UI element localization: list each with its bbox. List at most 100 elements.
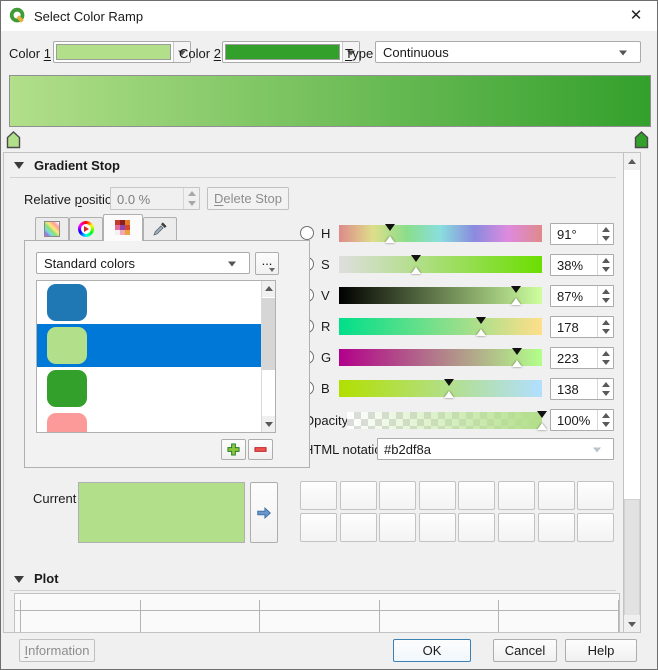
plot-gridline — [259, 600, 260, 633]
slider-handle-top[interactable] — [512, 348, 522, 355]
swatch-slot[interactable] — [300, 481, 337, 510]
title-bar[interactable]: Select Color Ramp ✕ — [1, 1, 657, 31]
spinner-buttons[interactable] — [597, 379, 613, 399]
slider-handle-bottom[interactable] — [476, 329, 486, 336]
color-scheme-select[interactable]: Standard colors — [36, 252, 250, 274]
cancel-button[interactable]: Cancel — [493, 639, 557, 662]
ok-button[interactable]: OK — [393, 639, 471, 662]
html-notation-input[interactable]: #b2df8a — [377, 438, 614, 460]
swatches-icon — [115, 220, 131, 236]
channel-spinbox-r[interactable]: 178 — [550, 316, 614, 338]
slider-handle-top[interactable] — [476, 317, 486, 324]
color-list-scrollbar[interactable] — [261, 281, 275, 432]
slider-handle-top[interactable] — [511, 286, 521, 293]
color-list[interactable] — [36, 280, 276, 433]
swatch-slot[interactable] — [538, 513, 575, 542]
slider-handle-bottom[interactable] — [537, 423, 547, 430]
slider-handle-bottom[interactable] — [512, 360, 522, 367]
channel-spinbox-s[interactable]: 38% — [550, 254, 614, 276]
tab-color-box[interactable] — [35, 217, 69, 240]
channel-slider-v[interactable] — [339, 287, 542, 304]
channel-slider-g[interactable] — [339, 349, 542, 366]
channel-value: 223 — [557, 351, 579, 366]
scheme-options-button[interactable]: ... — [255, 252, 279, 275]
spinner-buttons[interactable] — [597, 317, 613, 337]
channel-spinbox-v[interactable]: 87% — [550, 285, 614, 307]
channel-spinbox-h[interactable]: 91° — [550, 223, 614, 245]
channel-radio-h[interactable] — [300, 226, 314, 240]
scrollbar-down-button[interactable] — [262, 416, 275, 432]
type-select[interactable]: Continuous — [375, 41, 641, 63]
slider-handle-bottom[interactable] — [511, 298, 521, 305]
color1-button[interactable] — [53, 41, 191, 63]
remove-color-button[interactable] — [248, 439, 273, 460]
close-icon[interactable]: ✕ — [623, 6, 649, 26]
spinner-buttons[interactable] — [597, 348, 613, 368]
gradient-stop-marker-start[interactable] — [6, 131, 21, 149]
spinner-buttons[interactable] — [597, 255, 613, 275]
slider-handle-top[interactable] — [444, 379, 454, 386]
scrollbar-up-button[interactable] — [624, 153, 640, 170]
ramp-preview[interactable] — [9, 75, 651, 127]
channel-value: 87% — [557, 289, 583, 304]
gradient-stop-marker-end[interactable] — [634, 131, 649, 149]
spinner-buttons[interactable] — [597, 224, 613, 244]
color2-button[interactable] — [222, 41, 360, 63]
dialog-scrollbar[interactable] — [623, 152, 641, 633]
swatch-slot[interactable] — [419, 513, 456, 542]
swatch-slot[interactable] — [419, 481, 456, 510]
channel-slider-h[interactable] — [339, 225, 542, 242]
color-list-item[interactable] — [37, 324, 263, 367]
spinner-buttons[interactable] — [597, 286, 613, 306]
channel-value: 91° — [557, 227, 577, 242]
swatch-slot[interactable] — [458, 513, 495, 542]
scrollbar-down-button[interactable] — [624, 615, 640, 632]
swatch-slot[interactable] — [379, 513, 416, 542]
help-button[interactable]: Help — [565, 639, 637, 662]
swatch-slot[interactable] — [538, 481, 575, 510]
color2-swatch — [225, 44, 340, 60]
channel-spinbox-b[interactable]: 138 — [550, 378, 614, 400]
spinner-buttons[interactable] — [597, 410, 613, 430]
slider-handle-bottom[interactable] — [411, 267, 421, 274]
opacity-spinbox[interactable]: 100% — [550, 409, 614, 431]
channel-slider-s[interactable] — [339, 256, 542, 273]
add-current-to-swatches-button[interactable] — [250, 482, 278, 543]
color-list-item[interactable] — [37, 410, 263, 433]
swatch-slot[interactable] — [340, 513, 377, 542]
collapse-triangle-icon[interactable] — [14, 162, 24, 169]
slider-handle-top[interactable] — [537, 411, 547, 418]
swatch-slot[interactable] — [458, 481, 495, 510]
swatch-slot[interactable] — [340, 481, 377, 510]
swatch-slot[interactable] — [498, 481, 535, 510]
tab-swatches[interactable] — [103, 214, 143, 241]
channel-label-b: B — [321, 381, 330, 396]
slider-handle-bottom[interactable] — [385, 236, 395, 243]
swatch-slot[interactable] — [498, 513, 535, 542]
channel-spinbox-g[interactable]: 223 — [550, 347, 614, 369]
mini-dropdown-icon — [269, 268, 275, 272]
slider-handle-top[interactable] — [385, 224, 395, 231]
swatch-slot[interactable] — [577, 481, 614, 510]
add-color-button[interactable] — [221, 439, 246, 460]
color-list-item[interactable] — [37, 367, 263, 410]
channel-slider-r[interactable] — [339, 318, 542, 335]
swatch-slot[interactable] — [300, 513, 337, 542]
channel-slider-b[interactable] — [339, 380, 542, 397]
tab-color-sampler[interactable] — [143, 217, 177, 240]
spin-up-icon — [602, 413, 610, 418]
scrollbar-thumb[interactable] — [624, 499, 640, 616]
channel-label-v: V — [321, 288, 330, 303]
swatch-slot[interactable] — [379, 481, 416, 510]
tab-color-wheel[interactable] — [69, 217, 103, 240]
color-list-item[interactable] — [37, 281, 263, 324]
opacity-slider[interactable] — [347, 412, 542, 429]
slider-handle-bottom[interactable] — [444, 391, 454, 398]
plot-gridline — [379, 600, 380, 633]
swatch-slot[interactable] — [577, 513, 614, 542]
collapse-triangle-icon[interactable] — [14, 576, 24, 583]
scrollbar-thumb[interactable] — [262, 298, 275, 370]
type-label: Type — [345, 46, 373, 61]
scrollbar-up-button[interactable] — [262, 281, 275, 297]
slider-handle-top[interactable] — [411, 255, 421, 262]
